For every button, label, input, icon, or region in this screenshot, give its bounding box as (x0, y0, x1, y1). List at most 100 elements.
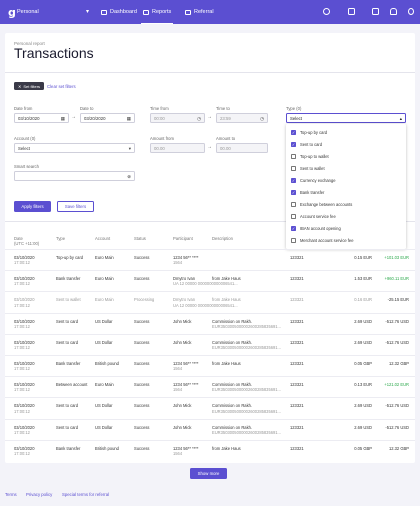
checkbox-checked[interactable]: ✓ (291, 178, 296, 183)
set-filters-chip[interactable]: ✕ Set filters (14, 82, 45, 90)
account-label: Account (0) (14, 136, 36, 141)
cell-total-value: +960.11 EUR (384, 276, 409, 282)
type-select[interactable]: Select ▴ (286, 113, 406, 123)
type-option[interactable]: Sent to wallet (291, 166, 325, 171)
user-icon[interactable] (408, 8, 414, 15)
cell-date-secondary: 17:00:12 (14, 366, 30, 372)
clear-circle-icon[interactable]: ⊗ (127, 174, 131, 180)
footer-terms-link[interactable]: Terms (5, 492, 17, 497)
chat-icon[interactable] (372, 8, 379, 15)
col-description-header[interactable]: Description (212, 236, 233, 241)
table-row[interactable]: 03/10/2020 17:00:12 Top-up by card Euro Mai… (5, 249, 415, 270)
header-divider (5, 72, 415, 73)
amount-to-input[interactable]: 00.00 (216, 143, 268, 153)
type-option-label: Merchant account service fee (300, 238, 354, 243)
cell-date-secondary: 17:00:12 (14, 302, 30, 308)
date-to-input[interactable]: 03/20/2020 ▦ (80, 113, 135, 123)
cell-total-value: 12.32 GBP (388, 361, 409, 366)
checkbox-checked[interactable]: ✓ (291, 226, 296, 231)
nav-referral[interactable]: Referral (185, 0, 214, 24)
checkbox[interactable] (291, 154, 296, 159)
type-option[interactable]: ✓ Currency exchange (291, 178, 336, 183)
clock-icon: ◷ (197, 116, 201, 121)
type-option[interactable]: ✓ Top-up by card (291, 130, 327, 135)
bell-icon[interactable] (390, 8, 397, 15)
type-option[interactable]: ✓ Sent to card (291, 142, 322, 147)
save-filters-button[interactable]: Save filters (57, 201, 94, 212)
clear-filters-link[interactable]: Clear set filters (47, 84, 76, 89)
time-from-value: 00:00 (154, 115, 165, 121)
page-title: Transactions (14, 45, 94, 61)
cell-description-secondary: EUR3503005000002600285835691... (212, 408, 281, 414)
checkbox[interactable] (291, 202, 296, 207)
type-option-label: Currency exchange (300, 178, 336, 183)
checkbox-checked[interactable]: ✓ (291, 130, 296, 135)
footer-privacy-link[interactable]: Privacy policy (26, 492, 52, 497)
col-participant-header[interactable]: Participant (173, 236, 193, 241)
time-to-input[interactable]: 23:59 ◷ (216, 113, 268, 123)
table-row[interactable]: 03/10/2020 17:00:12 Between account Euro Ma… (5, 376, 415, 397)
account-select[interactable]: Select ▾ (14, 143, 135, 153)
type-option[interactable]: Top-up to wallet (291, 154, 329, 159)
cell-participant-secondary: 1564 (173, 451, 183, 456)
footer-referral-terms-link[interactable]: Special terms for referral (62, 492, 109, 497)
checkbox[interactable] (291, 166, 296, 171)
type-option[interactable]: ✓ Bank transfer (291, 190, 324, 195)
nav-dashboard-label: Dashboard (110, 9, 137, 15)
type-option[interactable]: ✓ IBAN account opening (291, 226, 341, 231)
col-type-header[interactable]: Type (56, 236, 65, 241)
amount-from-value: 00.00 (154, 145, 165, 151)
account-select-value: Select (18, 145, 30, 151)
chevron-down-icon[interactable]: ▾ (86, 8, 89, 15)
calendar-icon: ▦ (60, 116, 65, 121)
cell-total-value: -512.76 USD (385, 403, 409, 409)
cell-description-secondary: EUR3503005000002600285835691... (212, 323, 281, 329)
table-row[interactable]: 03/10/2020 17:00:12 Sent to card US Dollar S… (5, 418, 415, 440)
cell-description: from Jake Haus (212, 446, 287, 451)
nav-reports-label: Reports (152, 9, 172, 15)
cell-participant-secondary: UA 12 00000 0000000000006541... (173, 281, 238, 287)
apply-filters-button[interactable]: Apply filters (14, 201, 51, 212)
cell-date-secondary: 17:00:12 (14, 408, 30, 414)
time-to-label: Time to (216, 106, 230, 111)
account-switcher-label[interactable]: Personal (17, 9, 39, 15)
smart-search-input[interactable]: ⊗ (14, 171, 135, 181)
type-option[interactable]: Account service fee (291, 214, 336, 219)
table-row[interactable]: 03/10/2020 17:00:12 Bank transfer Euro Main… (5, 270, 415, 291)
checkbox[interactable] (291, 214, 296, 219)
arrow-right-icon: → (71, 114, 76, 120)
type-option[interactable]: Merchant account service fee (291, 238, 353, 243)
table-row[interactable]: 03/10/2020 17:00:12 Sent to card US Dollar S… (5, 333, 415, 355)
amount-from-label: Amount from (150, 136, 174, 141)
cell-total-value: -512.76 USD (385, 318, 409, 324)
amount-to-label: Amount to (216, 136, 236, 141)
nav-reports[interactable]: Reports (140, 0, 174, 24)
table-row[interactable]: 03/10/2020 17:00:12 Sent to wallet Euro Mai… (5, 291, 415, 312)
search-icon[interactable] (323, 8, 330, 15)
cell-description: Commission on Rakh. EUR350300500000260028… (212, 319, 287, 329)
show-more-button[interactable]: Show more (190, 468, 227, 479)
cell-date-secondary: 17:00:12 (14, 281, 30, 287)
window-icon[interactable] (348, 8, 355, 15)
table-row[interactable]: 03/10/2020 17:00:12 Sent to card US Dollar S… (5, 312, 415, 334)
type-option[interactable]: Exchange between accounts (291, 202, 352, 207)
cell-total: +960.11 EUR (360, 276, 409, 281)
checkbox-checked[interactable]: ✓ (291, 142, 296, 147)
table-row[interactable]: 03/10/2020 17:00:12 Bank transfer British p… (5, 439, 415, 461)
smart-search-label: Smart search (14, 164, 39, 169)
amount-from-input[interactable]: 00.00 (150, 143, 205, 153)
cell-date-secondary: 17:00:12 (14, 323, 30, 329)
type-option-label: Top-up to wallet (300, 154, 329, 159)
table-row[interactable]: 03/10/2020 17:00:12 Bank transfer British p… (5, 355, 415, 376)
checkbox[interactable] (291, 238, 296, 243)
nav-dashboard[interactable]: Dashboard (101, 0, 137, 24)
reports-icon (143, 9, 149, 15)
date-from-input[interactable]: 03/10/2020 ▦ (14, 113, 69, 123)
type-option-label: Sent to card (300, 142, 323, 147)
table-row[interactable]: 03/10/2020 17:00:12 Sent to card US Dollar S… (5, 397, 415, 418)
time-from-input[interactable]: 00:00 ◷ (150, 113, 205, 123)
checkbox-checked[interactable]: ✓ (291, 190, 296, 195)
col-account-header[interactable]: Account (95, 236, 110, 241)
col-status-header[interactable]: Status (134, 236, 146, 241)
cell-participant-secondary: 1564 (173, 366, 183, 372)
